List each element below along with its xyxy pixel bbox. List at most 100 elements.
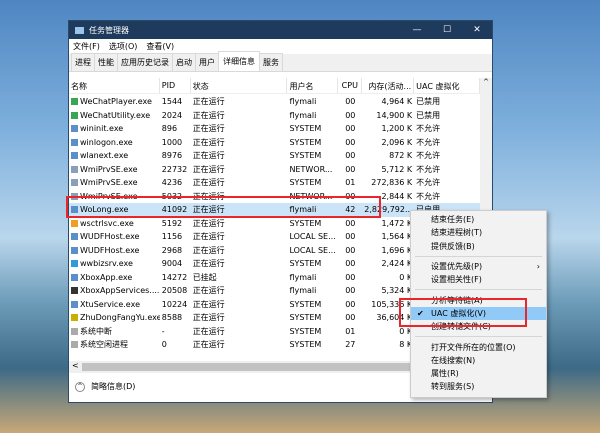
- menu-item[interactable]: 在线搜索(N): [411, 354, 546, 367]
- cell: 0: [161, 340, 167, 350]
- cell: 1,696 K: [381, 245, 413, 255]
- cell: 1,472 K: [381, 218, 413, 228]
- table-row[interactable]: winlogon.exe 1000 正在运行 SYSTEM 00 2,096 K 不允许: [69, 136, 480, 150]
- cell: WeChatPlayer.exe: [69, 97, 160, 106]
- cell: 正在运行: [192, 151, 225, 161]
- cell: 872 K: [389, 151, 413, 161]
- cell: 正在运行: [192, 313, 225, 323]
- cell: 2024: [161, 110, 183, 120]
- annotation-box-row: [66, 196, 381, 218]
- process-icon: [71, 219, 78, 227]
- cell: 正在运行: [192, 124, 225, 134]
- tab-4[interactable]: 用户: [195, 53, 219, 71]
- cell: 正在运行: [192, 259, 225, 269]
- table-row[interactable]: WmiPrvSE.exe 22732 正在运行 NETWOR... 00 5,712 K不…: [69, 163, 480, 177]
- cell: NETWOR...: [289, 164, 333, 174]
- cell: winlogon.exe: [69, 138, 160, 147]
- cell: 8976: [161, 151, 183, 161]
- menu-item[interactable]: 提供反馈(B): [411, 240, 546, 253]
- cell: 不允许: [416, 191, 441, 201]
- process-name: XboxAppServices....: [80, 286, 160, 296]
- cell: 已挂起: [192, 272, 217, 282]
- table-row[interactable]: WeChatUtility.exe 2024 正在运行 flymali 00 14,900…: [69, 109, 480, 123]
- menu-item[interactable]: 结束进程树(T): [411, 226, 546, 239]
- cell: 1,200 K: [381, 124, 413, 134]
- tab-3[interactable]: 启动: [172, 53, 196, 71]
- fewer-details-label: 简略信息(D): [91, 382, 136, 391]
- cell: 00: [345, 245, 356, 255]
- process-icon: [71, 246, 78, 254]
- menu-item[interactable]: 设置优先级(P) ›: [411, 260, 546, 273]
- process-name: ZhuDongFangYu.exe: [80, 313, 160, 323]
- cell: 不允许: [416, 124, 441, 134]
- process-icon: [71, 287, 78, 295]
- process-name: wwbizsrv.exe: [80, 259, 133, 269]
- table-row[interactable]: wininit.exe 896 正在运行 SYSTEM 00 1,200 K 不允许: [69, 122, 480, 136]
- cell: 1,564 K: [381, 232, 413, 242]
- table-row[interactable]: WeChatPlayer.exe 1544 正在运行 flymali 00 4,964 K…: [69, 95, 480, 109]
- cell: 00: [345, 151, 356, 161]
- cell: 正在运行: [192, 340, 225, 350]
- menu-item[interactable]: 打开文件所在的位置(O): [411, 340, 546, 353]
- tab-5[interactable]: 详细信息: [218, 51, 260, 71]
- process-name: XtuService.exe: [80, 299, 140, 309]
- tab-0[interactable]: 进程: [71, 53, 95, 71]
- column-header[interactable]: 名称: [69, 78, 160, 93]
- cell: SYSTEM: [289, 137, 322, 147]
- column-header[interactable]: PID: [160, 78, 191, 93]
- menu-item[interactable]: 结束任务(E): [411, 213, 546, 226]
- menu-view[interactable]: 查看(V): [146, 41, 174, 52]
- column-header[interactable]: 状态: [191, 78, 288, 93]
- menu-file[interactable]: 文件(F): [73, 41, 100, 52]
- cell: SYSTEM: [289, 313, 322, 323]
- scroll-thumb[interactable]: [82, 363, 412, 371]
- menu-item-label: 属性(R): [431, 369, 459, 379]
- close-button[interactable]: ✕: [462, 25, 492, 35]
- cell: SYSTEM: [289, 151, 322, 161]
- cell: 2968: [161, 245, 183, 255]
- column-header[interactable]: 内存(活动...: [362, 78, 415, 93]
- cell: -: [161, 326, 165, 336]
- cell: WUDFHost.exe: [69, 246, 160, 255]
- menu-item-label: 提供反馈(B): [431, 241, 475, 251]
- cell: 4,964 K: [381, 97, 413, 107]
- cell: 00: [345, 232, 356, 242]
- annotation-box-menu: [399, 298, 527, 327]
- process-name: wsctrlsvc.exe: [80, 218, 134, 228]
- column-header[interactable]: CPU: [338, 78, 363, 93]
- cell: LOCAL SE...: [289, 245, 336, 255]
- minimize-button[interactable]: —: [402, 25, 432, 35]
- cell: 正在运行: [192, 232, 225, 242]
- cell: 27: [345, 340, 356, 350]
- process-name: 系统空闲进程: [80, 340, 128, 350]
- menu-options[interactable]: 选项(O): [109, 41, 138, 52]
- cell: SYSTEM: [289, 218, 322, 228]
- cell: 系统中断: [69, 326, 160, 337]
- process-name: WeChatPlayer.exe: [80, 97, 152, 107]
- table-row[interactable]: wlanext.exe 8976 正在运行 SYSTEM 00 872 K 不允许: [69, 149, 480, 163]
- cell: 正在运行: [192, 326, 225, 336]
- column-header[interactable]: 用户名: [287, 78, 339, 93]
- cell: 00: [345, 286, 356, 296]
- tab-6[interactable]: 服务: [259, 53, 283, 71]
- column-header[interactable]: UAC 虚拟化: [414, 78, 480, 93]
- cell: 00: [345, 272, 356, 282]
- cell: 4236: [161, 178, 183, 188]
- cell: LOCAL SE...: [289, 232, 336, 242]
- tab-2[interactable]: 应用历史记录: [117, 53, 173, 71]
- fewer-details-button[interactable]: ^ 简略信息(D): [75, 381, 135, 392]
- cell: 正在运行: [192, 110, 225, 120]
- tab-1[interactable]: 性能: [94, 53, 118, 71]
- process-icon: [71, 98, 78, 106]
- cell: 00: [345, 313, 356, 323]
- menu-item[interactable]: 转到服务(S): [411, 380, 546, 393]
- table-row[interactable]: WmiPrvSE.exe 4236 正在运行 SYSTEM 01 272,836 K 不允许: [69, 176, 480, 190]
- menu-item-label: 设置优先级(P): [431, 262, 483, 272]
- process-name: 系统中断: [80, 326, 112, 336]
- cell: SYSTEM: [289, 124, 322, 134]
- menu-item[interactable]: 设置相关性(F): [411, 273, 546, 286]
- cell: 不允许: [416, 164, 441, 174]
- menu-item[interactable]: 属性(R): [411, 367, 546, 380]
- maximize-button[interactable]: ☐: [432, 25, 462, 35]
- window-title: 任务管理器: [89, 25, 129, 35]
